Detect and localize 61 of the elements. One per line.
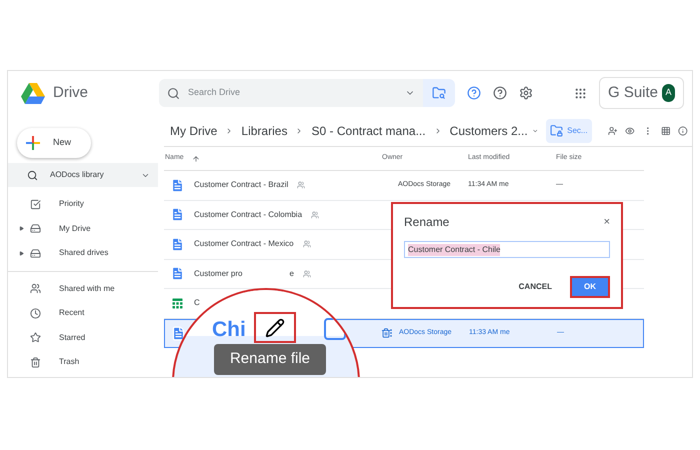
plus-icon <box>25 135 41 151</box>
drive-icon <box>30 223 41 234</box>
share-icon[interactable] <box>608 124 618 136</box>
file-name: Customer pro <box>194 268 242 280</box>
document-outline-icon <box>324 318 346 340</box>
account-panel[interactable]: G Suite A <box>599 77 684 109</box>
search-icon <box>167 86 180 100</box>
expand-arrow-icon[interactable] <box>19 226 24 232</box>
file-name: Customer Contract - Colombia <box>194 208 302 221</box>
info-icon[interactable] <box>678 124 688 136</box>
grid-view-icon[interactable] <box>660 124 670 136</box>
app-name: Drive <box>53 82 88 103</box>
file-name: Customer Contract - Brazil <box>194 179 288 192</box>
name-input[interactable]: Customer Contract - Chile <box>404 241 610 258</box>
library-selector[interactable]: AODocs library <box>8 163 158 187</box>
checkbox-icon <box>30 198 41 210</box>
sidebar-item[interactable]: Trash <box>59 356 80 368</box>
folder-search-icon <box>432 86 446 100</box>
magnified-text: Chi <box>212 317 246 343</box>
breadcrumb-item[interactable]: My Drive <box>170 122 218 140</box>
breadcrumb-item[interactable]: Libraries <box>241 122 288 140</box>
tooltip: Rename file <box>214 344 326 375</box>
search-icon <box>27 170 38 180</box>
folder-search-button[interactable] <box>423 79 455 107</box>
search-input[interactable]: Search Drive <box>188 86 397 100</box>
sort-arrow-icon[interactable] <box>192 154 200 162</box>
locked-folder-icon <box>550 124 564 137</box>
breadcrumb-item[interactable]: Customers 2... <box>450 122 528 140</box>
ok-button[interactable]: OK <box>570 276 610 298</box>
drive-icon <box>30 248 41 259</box>
brand-name: G Suite <box>608 82 658 103</box>
apps-icon[interactable] <box>574 86 587 100</box>
sidebar-item[interactable]: Recent <box>59 307 84 320</box>
library-name: AODocs library <box>50 169 105 181</box>
help-icon[interactable] <box>493 86 507 100</box>
avatar[interactable]: A <box>662 84 675 102</box>
breadcrumb-item[interactable]: S0 - Contract mana... <box>312 122 426 140</box>
file-name-end: e <box>289 268 294 280</box>
sidebar-item[interactable]: Shared drives <box>59 247 108 260</box>
expand-arrow-icon[interactable] <box>19 250 24 256</box>
drive-logo-icon <box>21 82 45 104</box>
sidebar-item[interactable]: My Drive <box>59 222 91 235</box>
cancel-button[interactable]: CANCEL <box>518 281 552 293</box>
people-icon <box>30 283 41 294</box>
chevron-right-icon <box>225 126 234 136</box>
dialog-title: Rename <box>404 214 450 231</box>
sidebar-item[interactable]: Priority <box>59 198 84 210</box>
trash-icon <box>30 356 41 368</box>
sidebar-item[interactable]: Starred <box>59 332 86 344</box>
settings-icon[interactable] <box>519 86 533 100</box>
search-field[interactable]: Search Drive <box>159 79 423 107</box>
trash-icon[interactable] <box>381 328 391 338</box>
pencil-icon <box>265 318 285 338</box>
sidebar-item[interactable]: Shared with me <box>59 282 115 295</box>
help-badge-icon[interactable] <box>467 86 481 100</box>
new-button[interactable]: New <box>17 128 91 158</box>
star-icon <box>30 332 41 344</box>
file-name: Customer Contract - Mexico <box>194 238 294 250</box>
clock-icon <box>30 308 41 319</box>
file-name: C <box>194 297 200 310</box>
close-button[interactable]: × <box>604 214 610 230</box>
